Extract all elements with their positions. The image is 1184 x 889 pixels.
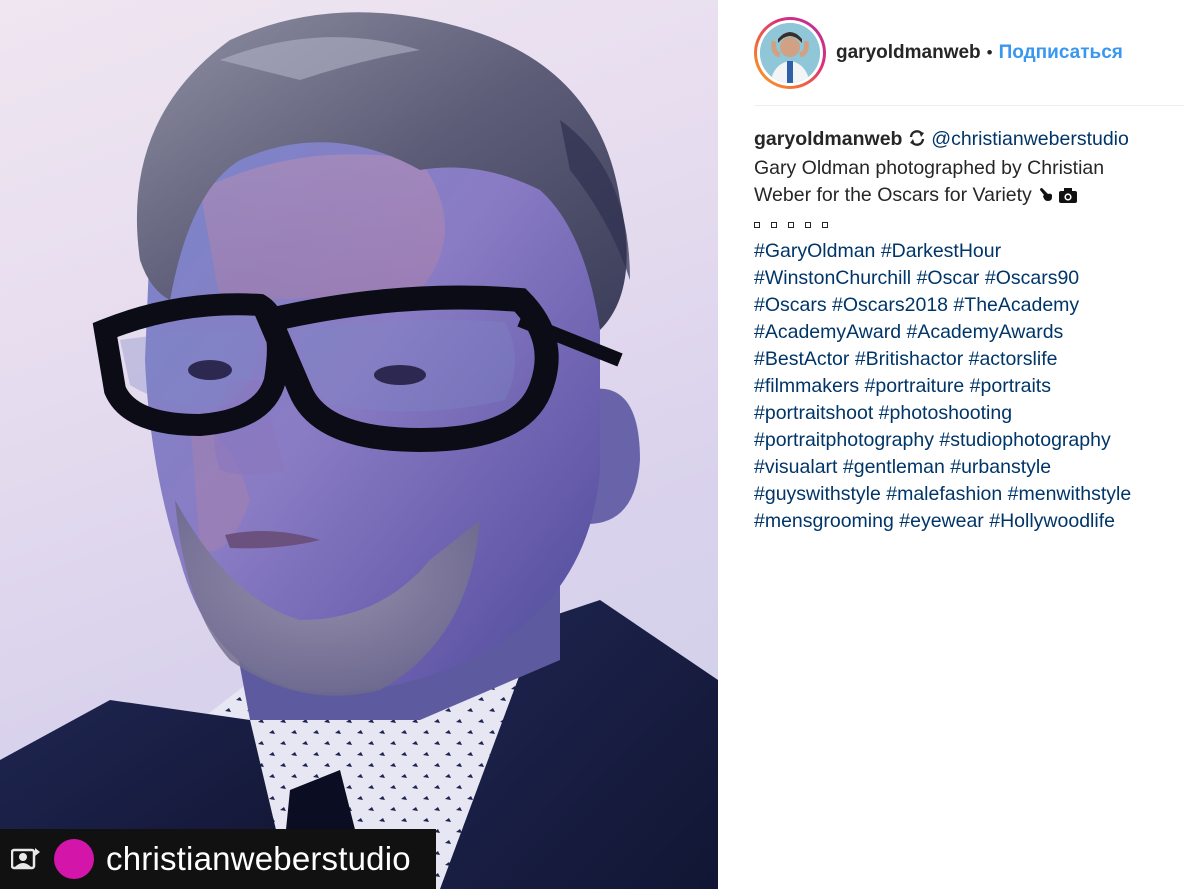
instagram-post: christianweberstudio garyoldmanweb • Под… — [0, 0, 1184, 889]
hashtag-link[interactable]: #portraitshoot — [754, 402, 873, 424]
caption-text: Weber for the Oscars for Variety — [754, 184, 1032, 206]
hashtag-line: #guyswithstyle #malefashion #menwithstyl… — [754, 481, 1174, 508]
hashtag-line: #filmmakers #portraiture #portraits — [754, 373, 1174, 400]
hashtag-line: #AcademyAward #AcademyAwards — [754, 319, 1174, 346]
refresh-icon — [908, 128, 926, 155]
caption-username[interactable]: garyoldmanweb — [754, 128, 902, 150]
hashtag-link[interactable]: #GaryOldman — [754, 240, 875, 262]
hashtag-line: #GaryOldman #DarkestHour — [754, 238, 1174, 265]
hashtag-list: #GaryOldman #DarkestHour #WinstonChurchil… — [754, 238, 1174, 535]
hashtag-link[interactable]: #AcademyAward — [754, 321, 901, 343]
hashtag-link[interactable]: #studiophotography — [939, 429, 1110, 451]
hashtag-link[interactable]: #eyewear — [899, 510, 984, 532]
hashtag-line: #portraitphotography #studiophotography — [754, 427, 1174, 454]
repost-attribution-bar[interactable]: christianweberstudio — [0, 829, 436, 889]
portrait-image — [0, 12, 718, 889]
hashtag-link[interactable]: #portraiture — [865, 375, 965, 397]
hashtag-link[interactable]: #WinstonChurchill — [754, 267, 911, 289]
hashtag-link[interactable]: #mensgrooming — [754, 510, 894, 532]
follow-button[interactable]: Подписаться — [999, 42, 1123, 64]
hashtag-line: #mensgrooming #eyewear #Hollywoodlife — [754, 508, 1174, 535]
hashtag-link[interactable]: #Oscar — [917, 267, 980, 289]
caption-line-1: garyoldmanweb @christianweberstudio — [754, 126, 1174, 155]
hashtag-link[interactable]: #malefashion — [886, 483, 1002, 505]
camera-icon — [1058, 184, 1077, 211]
hashtag-link[interactable]: #TheAcademy — [953, 294, 1079, 316]
hashtag-link[interactable]: #DarkestHour — [881, 240, 1001, 262]
hashtag-link[interactable]: #gentleman — [843, 456, 945, 478]
hashtag-link[interactable]: #visualart — [754, 456, 837, 478]
hashtag-link[interactable]: #Britishactor — [855, 348, 963, 370]
caption-text-line-2: Gary Oldman photographed by Christian — [754, 157, 1105, 179]
post-header: garyoldmanweb • Подписаться — [754, 0, 1184, 106]
hashtag-link[interactable]: #Oscars — [754, 294, 827, 316]
hashtag-link[interactable]: #urbanstyle — [950, 456, 1051, 478]
hashtag-line: #Oscars #Oscars2018 #TheAcademy — [754, 292, 1174, 319]
header-separator: • — [986, 42, 993, 62]
hashtag-link[interactable]: #menwithstyle — [1008, 483, 1132, 505]
hashtag-link[interactable]: #Hollywoodlife — [989, 510, 1115, 532]
hashtag-link[interactable]: #Oscars90 — [985, 267, 1079, 289]
hashtag-link[interactable]: #actorslife — [969, 348, 1058, 370]
hashtag-link[interactable]: #portraits — [970, 375, 1051, 397]
avatar[interactable] — [754, 16, 826, 89]
repost-username: christianweberstudio — [106, 840, 411, 877]
post-caption: garyoldmanweb @christianweberstudio Gary… — [754, 126, 1174, 535]
hashtag-line: #WinstonChurchill #Oscar #Oscars90 — [754, 265, 1174, 292]
hashtag-link[interactable]: #guyswithstyle — [754, 483, 881, 505]
hashtag-line: #visualart #gentleman #urbanstyle — [754, 454, 1174, 481]
header-username[interactable]: garyoldmanweb — [836, 42, 981, 64]
hashtag-link[interactable]: #photoshooting — [879, 402, 1012, 424]
hashtag-line: #portraitshoot #photoshooting — [754, 400, 1174, 427]
hashtag-link[interactable]: #AcademyAwards — [906, 321, 1063, 343]
hashtag-link[interactable]: #Oscars2018 — [832, 294, 948, 316]
pointing-hand-icon — [1037, 184, 1053, 211]
caption-placeholder-glyphs — [754, 211, 1174, 238]
post-side-panel: garyoldmanweb • Подписаться garyoldmanwe… — [718, 0, 1184, 889]
repost-icon — [10, 843, 42, 875]
hashtag-link[interactable]: #filmmakers — [754, 375, 859, 397]
hashtag-link[interactable]: #portraitphotography — [754, 429, 934, 451]
caption-mention[interactable]: @christianweberstudio — [931, 128, 1129, 150]
post-photo[interactable]: christianweberstudio — [0, 0, 718, 889]
hashtag-link[interactable]: #BestActor — [754, 348, 849, 370]
avatar-image — [760, 22, 820, 83]
caption-text-line-3: Weber for the Oscars for Variety — [754, 182, 1174, 211]
repost-avatar — [54, 839, 94, 879]
hashtag-line: #BestActor #Britishactor #actorslife — [754, 346, 1174, 373]
